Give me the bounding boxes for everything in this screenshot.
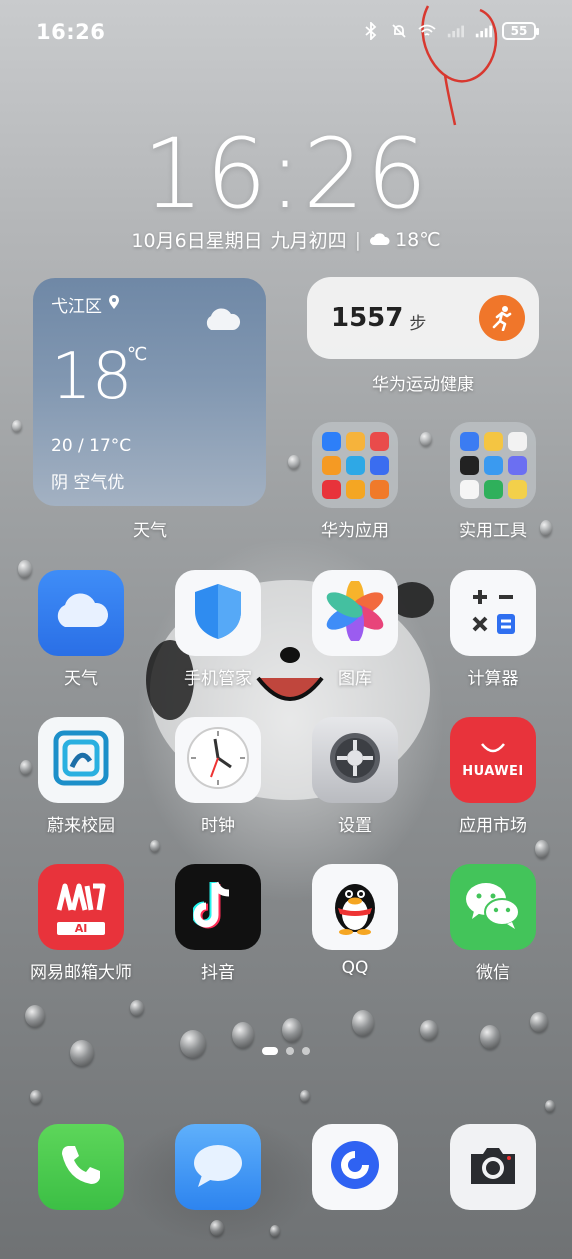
battery-indicator: 55	[502, 22, 539, 40]
bluetooth-icon	[362, 22, 380, 40]
app-weilai-campus-label: 蔚来校园	[47, 816, 115, 836]
app-qq[interactable]	[312, 864, 398, 950]
lunar-date: 九月初四	[270, 230, 347, 252]
folder-huawei-apps[interactable]	[312, 422, 398, 508]
huawei-wordmark: HUAWEI	[462, 764, 524, 779]
app-calculator[interactable]	[450, 570, 536, 656]
app-wechat-label: 微信	[476, 963, 510, 983]
app-netease-mail[interactable]: AI	[38, 864, 124, 950]
page-dot-active[interactable]	[262, 1047, 278, 1055]
mini-weather-temp: 18℃	[395, 228, 441, 251]
app-qq-label: QQ	[341, 958, 369, 978]
cloud-icon	[369, 229, 391, 251]
weather-location-name: 弋江区	[51, 297, 102, 317]
app-clock[interactable]	[175, 717, 261, 803]
app-phone-manager-label: 手机管家	[184, 669, 252, 689]
message-bubble-icon	[190, 1141, 246, 1193]
date-separator: |	[354, 228, 362, 251]
weather-cloud-icon	[51, 591, 111, 635]
tiktok-note-icon	[191, 877, 243, 937]
app-clock-label: 时钟	[201, 816, 235, 836]
app-douyin[interactable]	[175, 864, 261, 950]
weather-widget-label: 天气	[133, 521, 167, 541]
home-clock[interactable]: 16:26	[0, 118, 572, 230]
status-bar-icons: 55	[362, 22, 539, 40]
wechat-bubbles-icon	[462, 879, 524, 935]
battery-level: 55	[510, 24, 528, 38]
weather-cloud-icon	[202, 306, 242, 336]
weather-range: 20 / 17°C	[51, 436, 132, 456]
qq-penguin-icon	[328, 874, 382, 940]
wifi-icon	[418, 22, 436, 40]
clock-icon	[185, 725, 251, 795]
steps-widget-label: 华为运动健康	[372, 375, 474, 395]
status-bar-time: 16:26	[36, 20, 106, 44]
mini-weather: 18℃	[369, 229, 441, 251]
signal-sim2-icon	[474, 22, 492, 40]
app-phone-manager[interactable]	[175, 570, 261, 656]
app-weilai-campus[interactable]	[38, 717, 124, 803]
app-gallery-label: 图库	[338, 669, 372, 689]
app-weather-label: 天气	[64, 669, 98, 689]
app-settings-label: 设置	[338, 816, 372, 836]
date-text: 10月6日星期日	[131, 230, 263, 252]
browser-icon	[327, 1137, 383, 1197]
folder-utilities-label: 实用工具	[459, 521, 527, 541]
signal-sim1-icon	[446, 22, 464, 40]
shopping-bag-icon	[478, 741, 508, 760]
ai-badge: AI	[56, 921, 106, 935]
date-line: 10月6日星期日 九月初四 | 18℃	[0, 226, 572, 253]
dock-browser[interactable]	[312, 1124, 398, 1210]
campus-logo-icon	[50, 727, 112, 793]
shield-icon	[191, 581, 245, 645]
app-weather[interactable]	[38, 570, 124, 656]
dock-messages[interactable]	[175, 1124, 261, 1210]
app-appgallery-label: 应用市场	[459, 816, 527, 836]
phone-handset-icon	[58, 1142, 104, 1192]
app-gallery[interactable]	[312, 570, 398, 656]
running-icon	[479, 295, 525, 341]
app-douyin-label: 抖音	[201, 963, 235, 983]
folder-huawei-apps-label: 华为应用	[321, 521, 389, 541]
weather-widget[interactable]: 弋江区 18 ℃ 20 / 17°C 阴 空气优	[33, 278, 266, 506]
app-wechat[interactable]	[450, 864, 536, 950]
page-dot[interactable]	[302, 1047, 310, 1055]
app-calculator-label: 计算器	[467, 669, 519, 689]
dock-camera[interactable]	[450, 1124, 536, 1210]
app-appgallery[interactable]: HUAWEI	[450, 717, 536, 803]
weather-condition: 阴 空气优	[51, 473, 125, 493]
steps-unit: 步	[409, 313, 427, 334]
mute-bell-icon	[390, 22, 408, 40]
page-indicator[interactable]	[0, 1047, 572, 1055]
calculator-icon	[465, 583, 521, 643]
app-netease-mail-label: 网易邮箱大师	[30, 963, 132, 983]
weather-unit: ℃	[127, 344, 148, 365]
steps-count: 1557	[331, 303, 404, 333]
dock-phone[interactable]	[38, 1124, 124, 1210]
steps-widget[interactable]: 1557 步	[307, 277, 539, 359]
gallery-flower-icon	[325, 579, 385, 645]
camera-icon	[465, 1142, 521, 1192]
mail-master-logo-icon	[53, 880, 109, 920]
gear-icon	[324, 727, 386, 793]
page-dot[interactable]	[286, 1047, 294, 1055]
location-pin-icon	[108, 294, 120, 315]
app-settings[interactable]	[312, 717, 398, 803]
folder-utilities[interactable]	[450, 422, 536, 508]
weather-temperature: 18	[51, 340, 133, 414]
